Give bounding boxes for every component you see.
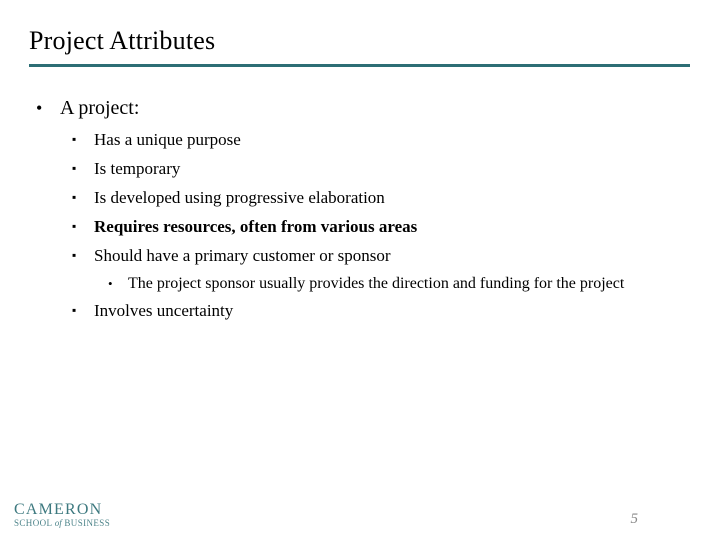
cameron-school-of-business-logo: CAMERON SCHOOL of BUSINESS bbox=[14, 502, 134, 529]
list-item: • A project: bbox=[0, 95, 720, 121]
list-item-label: Is developed using progressive elaborati… bbox=[94, 188, 385, 207]
bullet-square-icon: ▪ bbox=[72, 303, 77, 317]
bullet-dot-icon: • bbox=[108, 276, 113, 291]
title-divider-rule bbox=[29, 64, 690, 67]
bullet-dot-icon: • bbox=[36, 98, 43, 118]
list-item-label: A project: bbox=[60, 97, 140, 119]
slide: Project Attributes • A project: ▪ Has a … bbox=[0, 0, 720, 540]
logo-sub-text: SCHOOL of BUSINESS bbox=[14, 518, 134, 529]
logo-sub-pre: SCHOOL bbox=[14, 518, 55, 528]
title-block: Project Attributes bbox=[29, 26, 691, 56]
list-item-label: Involves uncertainty bbox=[94, 301, 234, 320]
list-item-label: Requires resources, often from various a… bbox=[94, 217, 418, 236]
page-number: 5 bbox=[630, 511, 639, 527]
list-item-label: Has a unique purpose bbox=[94, 130, 241, 149]
list-item-label: Should have a primary customer or sponso… bbox=[94, 246, 391, 265]
list-item-label: The project sponsor usually provides the… bbox=[128, 275, 625, 292]
bullet-square-icon: ▪ bbox=[72, 132, 77, 146]
page-title: Project Attributes bbox=[29, 26, 216, 55]
list-item: ▪ Has a unique purpose bbox=[0, 127, 720, 152]
list-item: ▪ Is developed using progressive elabora… bbox=[0, 185, 720, 210]
list-item: ▪ Should have a primary customer or spon… bbox=[0, 243, 720, 268]
list-item-label: Is temporary bbox=[94, 159, 181, 178]
bullet-list: • A project: ▪ Has a unique purpose ▪ Is… bbox=[0, 95, 720, 327]
list-item: ▪ Is temporary bbox=[0, 156, 720, 181]
list-item: ▪ Requires resources, often from various… bbox=[0, 214, 720, 239]
logo-sub-italic: of bbox=[54, 518, 62, 528]
logo-sub-post: BUSINESS bbox=[61, 518, 111, 528]
list-item: ▪ Involves uncertainty bbox=[0, 298, 720, 323]
bullet-square-icon: ▪ bbox=[72, 161, 77, 175]
bullet-square-icon: ▪ bbox=[72, 219, 77, 233]
bullet-square-icon: ▪ bbox=[72, 190, 77, 204]
bullet-square-icon: ▪ bbox=[72, 248, 77, 262]
logo-main-text: CAMERON bbox=[14, 501, 103, 518]
list-item: • The project sponsor usually provides t… bbox=[0, 272, 720, 296]
